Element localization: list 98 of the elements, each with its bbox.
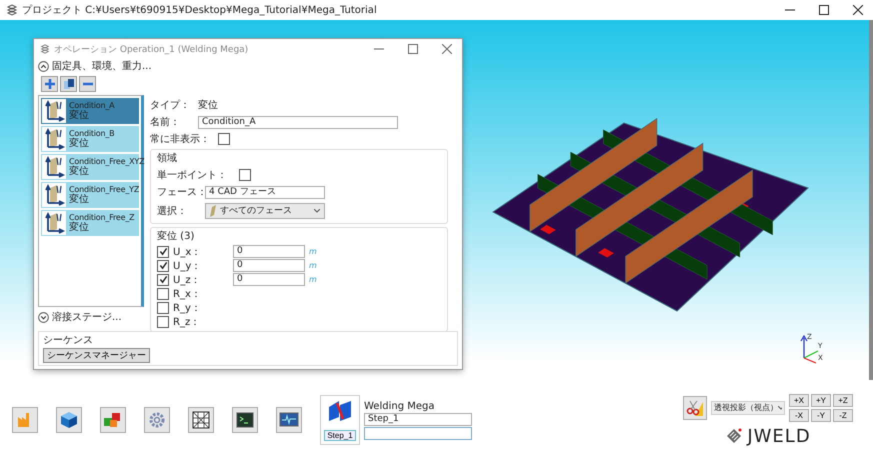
view-axis-button[interactable]: -Z bbox=[833, 408, 853, 422]
expand-icon[interactable] bbox=[38, 312, 49, 322]
group-title: シーケンス bbox=[43, 334, 94, 347]
section-header[interactable]: 溶接ステージ... bbox=[52, 310, 122, 324]
value-field[interactable]: 0 bbox=[233, 273, 305, 286]
dof-checkbox[interactable] bbox=[157, 274, 169, 286]
selection-dropdown[interactable]: すべてのフェース bbox=[205, 202, 325, 218]
app-icon bbox=[6, 4, 18, 16]
logo-text: JWELD bbox=[747, 426, 811, 446]
field-label: U_y： bbox=[173, 260, 202, 272]
hide-checkbox[interactable] bbox=[218, 133, 230, 145]
section-view-button[interactable] bbox=[683, 396, 707, 420]
field-label: 単一ポイント： bbox=[157, 169, 228, 182]
field-label: U_x： bbox=[173, 246, 202, 258]
dialog-title: オペレーション Operation_1 (Welding Mega) bbox=[54, 44, 250, 56]
field-label: R_z： bbox=[173, 316, 202, 328]
step-label: Step_1 bbox=[324, 430, 356, 441]
mesh-icon bbox=[190, 409, 212, 431]
caret-icon bbox=[314, 208, 320, 212]
copy-icon bbox=[62, 78, 74, 90]
condition-type: 変位 bbox=[69, 222, 89, 233]
text-field[interactable] bbox=[364, 426, 472, 440]
unit-label: m bbox=[309, 275, 317, 284]
name-field[interactable]: Condition_A bbox=[198, 116, 398, 128]
step-icon bbox=[327, 399, 353, 423]
collapse-icon[interactable] bbox=[38, 60, 49, 72]
unit-label: m bbox=[309, 261, 317, 270]
plus-icon bbox=[44, 78, 56, 90]
face-field[interactable]: 4 CAD フェース bbox=[205, 186, 325, 198]
condition-name: Condition_Free_XYZ bbox=[69, 157, 144, 166]
condition-name: Condition_B bbox=[69, 129, 114, 138]
value-field[interactable]: 0 bbox=[233, 259, 305, 272]
add-button[interactable] bbox=[41, 76, 58, 92]
maximize-icon bbox=[408, 44, 418, 54]
settings-button[interactable] bbox=[144, 407, 170, 433]
section-header[interactable]: 固定具、環境、重力... bbox=[52, 59, 152, 73]
field-label: タイプ： bbox=[150, 98, 191, 112]
remove-button[interactable] bbox=[79, 76, 96, 92]
terminal-button[interactable] bbox=[232, 407, 258, 433]
single-point-checkbox[interactable] bbox=[239, 169, 251, 181]
unit-label: m bbox=[309, 247, 317, 256]
view-axis-button[interactable]: +Z bbox=[833, 394, 853, 406]
field-label: R_y： bbox=[173, 302, 202, 314]
step-name-field[interactable]: Step_1 bbox=[364, 412, 472, 426]
dof-checkbox[interactable] bbox=[157, 302, 169, 314]
field-label: フェース： bbox=[157, 186, 201, 199]
condition-item[interactable]: Condition_Free_YZ 変位 bbox=[41, 182, 139, 208]
dof-checkbox[interactable] bbox=[157, 288, 169, 300]
face-icon bbox=[210, 204, 216, 216]
monitor-button[interactable] bbox=[276, 407, 302, 433]
close-icon bbox=[853, 5, 863, 15]
condition-item[interactable]: Condition_B 変位 bbox=[41, 126, 139, 152]
condition-type: 変位 bbox=[69, 138, 89, 149]
axes-icon bbox=[42, 183, 66, 207]
field-label: 常に非表示： bbox=[150, 132, 211, 146]
view-axis-button[interactable]: +Y bbox=[811, 394, 831, 406]
condition-type: 変位 bbox=[69, 194, 89, 205]
axes-icon bbox=[42, 127, 66, 151]
field-label: 選択： bbox=[157, 204, 188, 218]
group-title: 変位 (3) bbox=[157, 230, 196, 243]
field-label: 名前： bbox=[150, 116, 181, 129]
cubes-button[interactable] bbox=[100, 407, 126, 433]
axes-icon bbox=[42, 211, 66, 235]
window-title: プロジェクト C:¥Users¥t690915¥Desktop¥Mega_Tutorial¥Mega_Tutorial bbox=[22, 4, 378, 17]
condition-item[interactable]: Condition_A 変位 bbox=[41, 98, 139, 124]
type-value: 変位 bbox=[198, 98, 218, 112]
cube-icon bbox=[58, 409, 80, 431]
field-label: R_x： bbox=[173, 288, 202, 300]
condition-name: Condition_Free_Z bbox=[69, 213, 134, 222]
logo-icon bbox=[725, 427, 744, 445]
copy-button[interactable] bbox=[60, 76, 77, 92]
condition-name: Condition_A bbox=[69, 101, 114, 110]
condition-item[interactable]: Condition_Free_Z 変位 bbox=[41, 210, 139, 236]
field-label: U_z： bbox=[173, 274, 202, 286]
maximize-icon bbox=[819, 5, 829, 15]
cube-button[interactable] bbox=[56, 407, 82, 433]
close-icon bbox=[442, 44, 452, 54]
axes-icon bbox=[42, 155, 66, 179]
caret-icon bbox=[778, 406, 782, 410]
sequence-manager-button[interactable]: シーケンスマネージャー bbox=[43, 348, 150, 363]
view-axis-button[interactable]: -X bbox=[789, 408, 809, 422]
projection-dropdown[interactable]: 透視投影（視点） bbox=[711, 400, 785, 414]
operation-name: Welding Mega bbox=[364, 400, 436, 412]
mesh-button[interactable] bbox=[188, 407, 214, 433]
dof-checkbox[interactable] bbox=[157, 260, 169, 272]
dof-checkbox[interactable] bbox=[157, 316, 169, 328]
view-axis-button[interactable]: +X bbox=[789, 394, 809, 406]
value-field[interactable]: 0 bbox=[233, 245, 305, 258]
app-icon bbox=[40, 44, 50, 54]
condition-type: 変位 bbox=[69, 110, 89, 121]
view-axis-button[interactable]: -Y bbox=[811, 408, 831, 422]
step-button[interactable]: Step_1 bbox=[320, 395, 360, 445]
axes-icon bbox=[42, 99, 66, 123]
condition-name: Condition_Free_YZ bbox=[69, 185, 140, 194]
group-title: 領域 bbox=[157, 152, 178, 165]
dof-checkbox[interactable] bbox=[157, 246, 169, 258]
condition-type: 変位 bbox=[69, 166, 89, 177]
viewport[interactable] bbox=[0, 20, 873, 380]
